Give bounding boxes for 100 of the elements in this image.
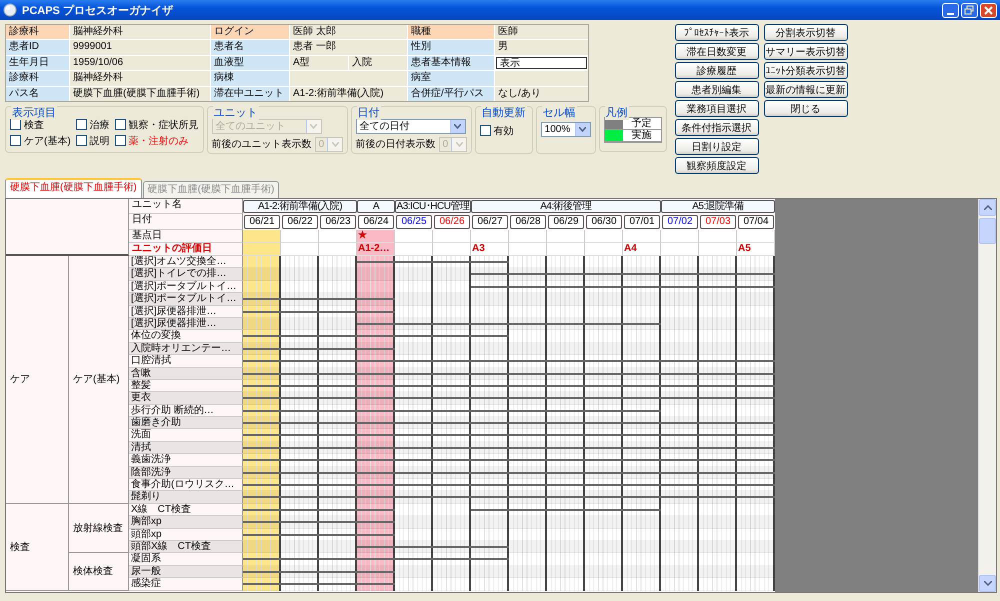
item-label: 洗面 — [129, 429, 243, 442]
date-label: 06/30 — [586, 215, 622, 229]
info-label: 性別 — [408, 40, 494, 55]
action-button[interactable]: 業務項目選択 — [674, 100, 759, 117]
checkbox-label: 観察・症状所見 — [128, 118, 199, 132]
date-label: 06/28 — [510, 215, 546, 229]
info-value: 医師 — [495, 25, 588, 40]
item-label: 口腔清拭 — [129, 355, 243, 368]
action-button[interactable]: 診療履歴 — [674, 62, 759, 79]
info-label: 患者ID — [6, 40, 69, 55]
item-label: 体位の変換 — [129, 330, 243, 343]
info-value: 患者 一郎 — [290, 40, 407, 55]
scroll-up-button[interactable] — [979, 199, 996, 216]
action-button[interactable]: ﾌﾟﾛｾｽﾁｬｰﾄ表示 — [674, 24, 759, 41]
window-title: PCAPS プロセスオーガナイザ — [22, 4, 174, 18]
info-value: A型 — [290, 56, 348, 70]
display-field[interactable]: 表示 — [496, 56, 587, 70]
restore-button[interactable] — [961, 2, 978, 18]
checkbox[interactable] — [10, 135, 21, 146]
date-label: 07/03 — [700, 215, 736, 229]
checkbox-label: 説明 — [90, 134, 110, 148]
scrollbar-thumb[interactable] — [979, 218, 996, 244]
base-day-mark: ★ — [358, 230, 367, 241]
checkbox[interactable] — [114, 135, 126, 146]
date-label: 06/24 — [358, 215, 394, 229]
date-label: 06/23 — [320, 215, 356, 229]
date-label: 07/04 — [738, 215, 774, 229]
subcategory-label: 検体検査 — [69, 553, 129, 591]
checkbox[interactable] — [10, 119, 21, 130]
group-title: セル幅 — [542, 104, 577, 120]
info-value: 医師 太郎 — [290, 25, 407, 40]
info-label: 患者基本情報 — [408, 56, 494, 70]
dropdown[interactable]: 全ての日付 — [356, 118, 466, 134]
group-title: 凡例 — [604, 104, 629, 120]
info-value: 1959/10/06 — [70, 56, 210, 70]
date-label: 06/22 — [282, 215, 318, 229]
action-button[interactable]: 患者別編集 — [674, 81, 759, 98]
close-icon — [983, 4, 994, 16]
action-button[interactable]: ﾕﾆｯﾄ分類表示切替 — [764, 62, 848, 79]
item-label: 義歯洗浄 — [129, 454, 243, 467]
info-label: 生年月日 — [6, 56, 69, 70]
checkbox-label: 治療 — [90, 118, 110, 132]
info-label: 診療科 — [6, 71, 69, 86]
unit-header: ユニット名 — [129, 199, 243, 214]
info-value: なし/あり — [495, 86, 588, 101]
item-label: [選択]ポータブルトイ… — [129, 280, 243, 294]
minimize-button[interactable] — [942, 2, 959, 18]
checkbox[interactable] — [76, 119, 87, 130]
info-value: 脳神経外科 — [70, 25, 210, 40]
close-button[interactable] — [980, 2, 997, 18]
action-button[interactable]: サマリー表示切替 — [764, 43, 848, 60]
checkbox-label: ケア(基本) — [24, 134, 71, 148]
info-value: A1-2:術前準備(入院) — [290, 86, 407, 101]
subcategory-label: 放射線検査 — [69, 504, 129, 554]
action-button[interactable]: 観察頻度設定 — [674, 157, 759, 174]
item-label: [選択]ポータブルトイ… — [129, 293, 243, 306]
row-header: 基点日 — [129, 230, 243, 243]
action-button[interactable]: 日割り設定 — [674, 138, 759, 155]
item-label: 髭剃り — [129, 491, 243, 504]
action-button[interactable]: 最新の情報に更新 — [764, 81, 848, 98]
category-label: ケア — [6, 256, 69, 504]
action-button[interactable]: 滞在日数変更 — [674, 43, 759, 60]
evaluation-label: A3 — [472, 243, 485, 254]
evaluation-label: A4 — [624, 243, 637, 254]
action-button[interactable]: 閉じる — [764, 100, 848, 117]
evaluation-label: A1-2… — [358, 243, 390, 254]
action-button[interactable]: 分割表示切替 — [764, 24, 848, 41]
group-title: 表示項目 — [11, 104, 57, 120]
group-title: 日付 — [356, 104, 381, 120]
item-label: [選択]尿便器排泄… — [129, 318, 243, 330]
info-label: 病棟 — [211, 71, 289, 86]
item-label: 歯磨き介助 — [129, 417, 243, 430]
subcategory-label: ケア(基本) — [69, 256, 129, 504]
action-button[interactable]: 条件付指示選択 — [674, 119, 759, 136]
item-label: 胸部xp — [129, 516, 243, 529]
checkbox[interactable] — [76, 135, 87, 146]
item-label: 清拭 — [129, 442, 243, 454]
checkbox[interactable] — [480, 125, 491, 136]
info-value: 入院 — [349, 56, 407, 70]
info-value: 9999001 — [70, 40, 210, 55]
item-label: 陰部洗浄 — [129, 466, 243, 480]
app-icon — [3, 3, 17, 17]
date-label: 06/27 — [472, 215, 508, 229]
legend-label: 実施 — [622, 130, 661, 142]
item-label: 頭部X線 CT検査 — [129, 540, 243, 554]
dropdown[interactable]: 100% — [540, 122, 591, 137]
info-label: 診療科 — [6, 25, 69, 40]
date-label: 07/01 — [624, 215, 660, 229]
checkbox-label: 有効 — [494, 124, 514, 138]
tab[interactable]: 硬膜下血腫(硬膜下血腫手術) — [5, 178, 142, 198]
date-label: 07/02 — [662, 215, 698, 229]
group-title: ユニット — [212, 104, 259, 120]
item-label: 入院時オリエンテー… — [129, 342, 243, 356]
checkbox[interactable] — [114, 119, 126, 130]
item-label: 歩行介助 断続的… — [129, 404, 243, 418]
info-label: 病室 — [408, 71, 494, 86]
range-label: 前後のユニット表示数 — [212, 138, 312, 152]
info-label: 合併症/平行パス — [408, 86, 494, 101]
scroll-down-button[interactable] — [979, 575, 996, 592]
date-label: 06/29 — [548, 215, 584, 229]
